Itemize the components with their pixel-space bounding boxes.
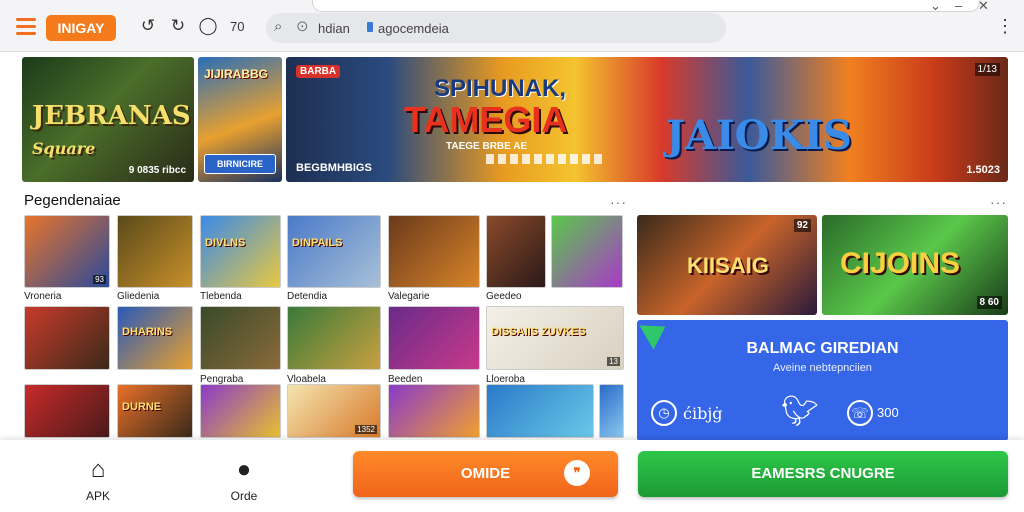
- address-bar[interactable]: ⌕ ⊙ hdian agocemdeia: [266, 13, 726, 43]
- nav-order-label: Orde: [230, 489, 258, 503]
- game-tile[interactable]: 1352: [287, 384, 381, 438]
- game-tile[interactable]: [117, 215, 193, 288]
- user-icon: ●: [236, 456, 252, 483]
- minimize-icon[interactable]: –: [955, 0, 962, 13]
- game-tile[interactable]: [486, 215, 546, 288]
- banner-caption-left: BEGBMHBIGS: [296, 162, 372, 174]
- game-card-2[interactable]: CIJOINS 8 60: [822, 215, 1008, 315]
- hero-logo-text: JAIOKIS: [666, 112, 852, 159]
- tile-label[interactable]: Detendia: [287, 291, 327, 302]
- game-tile[interactable]: [24, 384, 110, 438]
- chat-icon[interactable]: ❞: [564, 460, 590, 486]
- card-badge: 8 60: [976, 296, 1002, 309]
- hero-chip-row: [486, 154, 606, 164]
- section-more-icon[interactable]: ···: [610, 194, 627, 210]
- game-tile[interactable]: [24, 306, 110, 370]
- game-tile[interactable]: DIVLNS: [200, 215, 281, 288]
- back-icon[interactable]: ↺: [138, 16, 158, 36]
- tile-badge: 1352: [355, 425, 377, 434]
- panel-link-text[interactable]: ćibjġ: [683, 404, 723, 423]
- tile-label[interactable]: Valegarie: [388, 291, 430, 302]
- game-tile[interactable]: [599, 384, 624, 438]
- game-tile[interactable]: [486, 384, 594, 438]
- url-text[interactable]: agocemdeia: [378, 21, 449, 36]
- game-tile[interactable]: [287, 306, 381, 370]
- game-tile[interactable]: DURNE: [117, 384, 193, 438]
- game-tile[interactable]: [388, 306, 480, 370]
- banner-button[interactable]: BIRNICIRE: [204, 154, 276, 174]
- banner-caption-right: 1.5023: [966, 164, 1000, 176]
- tile-title: DURNE: [122, 400, 162, 413]
- game-tile[interactable]: [551, 215, 623, 288]
- card-title: KIISAIG: [687, 253, 769, 278]
- game-tile[interactable]: 93: [24, 215, 110, 288]
- tile-label[interactable]: Geedeo: [486, 291, 522, 302]
- panel-phone-text: 300: [877, 405, 899, 420]
- tile-title: DIVLNS: [205, 237, 246, 250]
- game-tile[interactable]: [388, 384, 480, 438]
- banner-tag: BARBA: [296, 65, 341, 78]
- more-options-icon[interactable]: ⋮: [996, 16, 1014, 37]
- reload-icon[interactable]: ◯: [198, 16, 218, 36]
- hero-subtitle: TAEGE BRBE AE: [446, 141, 528, 152]
- green-action-button[interactable]: EAMESRS CNUGRE: [638, 451, 1008, 497]
- hero-title-line2: TAMEGIA: [404, 99, 568, 140]
- tile-label[interactable]: Tlebenda: [200, 291, 242, 302]
- right-section-more-icon[interactable]: ···: [990, 194, 1007, 210]
- globe-icon: ⊙: [296, 18, 309, 35]
- panel-title: BALMAC GIREDIAN: [746, 340, 899, 357]
- page-badge: 1/13: [974, 63, 1000, 76]
- phone-icon[interactable]: ☏: [847, 400, 873, 426]
- panel-subtitle: Aveine nebtepnciien: [773, 362, 872, 374]
- close-icon[interactable]: ✕: [978, 0, 989, 14]
- search-icon: ⌕: [274, 18, 283, 35]
- game-tile[interactable]: DISSAIIS ZUVKES 13: [486, 306, 624, 370]
- browser-toolbar: ⌄ – ✕ INIGAY ↺ ↻ ◯ 70 ⌕ ⊙ hdian agocemde…: [0, 0, 1024, 52]
- tile-title: DISSAIIS ZUVKES: [491, 325, 586, 338]
- nav-apk[interactable]: ⌂ APK: [68, 456, 128, 503]
- tab-strip[interactable]: [312, 0, 980, 12]
- nav-order[interactable]: ● Orde: [214, 456, 274, 503]
- game-tile[interactable]: [388, 215, 480, 288]
- clock-icon[interactable]: ◷: [651, 400, 677, 426]
- chevron-down-icon[interactable]: ⌄: [930, 0, 941, 14]
- game-card-1[interactable]: KIISAIG 92: [637, 215, 817, 315]
- hero-banner[interactable]: BARBA BEGBMHBIGS SPIHUNAK, TAMEGIA TAEGE…: [286, 57, 1008, 182]
- home-icon: ⌂: [90, 456, 106, 483]
- featured-banner-1[interactable]: JEBRANAS Square 9 0835 ribcc: [22, 57, 194, 182]
- hamburger-menu-icon[interactable]: [16, 18, 36, 35]
- tile-badge: 13: [607, 357, 620, 366]
- lock-icon: [367, 22, 373, 32]
- tile-title: DHARINS: [122, 325, 173, 338]
- banner-title: JIJIRABBG: [204, 67, 269, 81]
- tab-count[interactable]: 70: [230, 19, 244, 34]
- tile-badge: 93: [93, 275, 106, 284]
- tile-label[interactable]: Gliedenia: [117, 291, 159, 302]
- forward-icon[interactable]: ↻: [168, 16, 188, 36]
- game-tile[interactable]: DINPAILS: [287, 215, 381, 288]
- social-panel: BALMAC GIREDIAN Aveine nebtepnciien ◷ ći…: [637, 314, 1008, 441]
- featured-banner-2[interactable]: JIJIRABBG BIRNICIRE: [198, 57, 282, 182]
- game-tile[interactable]: DHARINS: [117, 306, 193, 370]
- nav-apk-label: APK: [85, 489, 110, 503]
- banner-title: JEBRANAS Square: [32, 101, 191, 158]
- banner-caption: 9 0835 ribcc: [128, 165, 186, 176]
- tile-title: DINPAILS: [292, 237, 343, 250]
- card-title: CIJOINS: [840, 247, 961, 280]
- game-tile[interactable]: [200, 306, 281, 370]
- section-title: Pegendenaiae: [24, 192, 121, 209]
- game-tile[interactable]: [200, 384, 281, 438]
- tile-label[interactable]: Vroneria: [24, 291, 61, 302]
- card-badge: 92: [793, 219, 811, 232]
- twitter-icon[interactable]: 🐦︎: [781, 394, 819, 429]
- site-logo[interactable]: INIGAY: [46, 15, 116, 41]
- address-label: hdian: [318, 21, 350, 36]
